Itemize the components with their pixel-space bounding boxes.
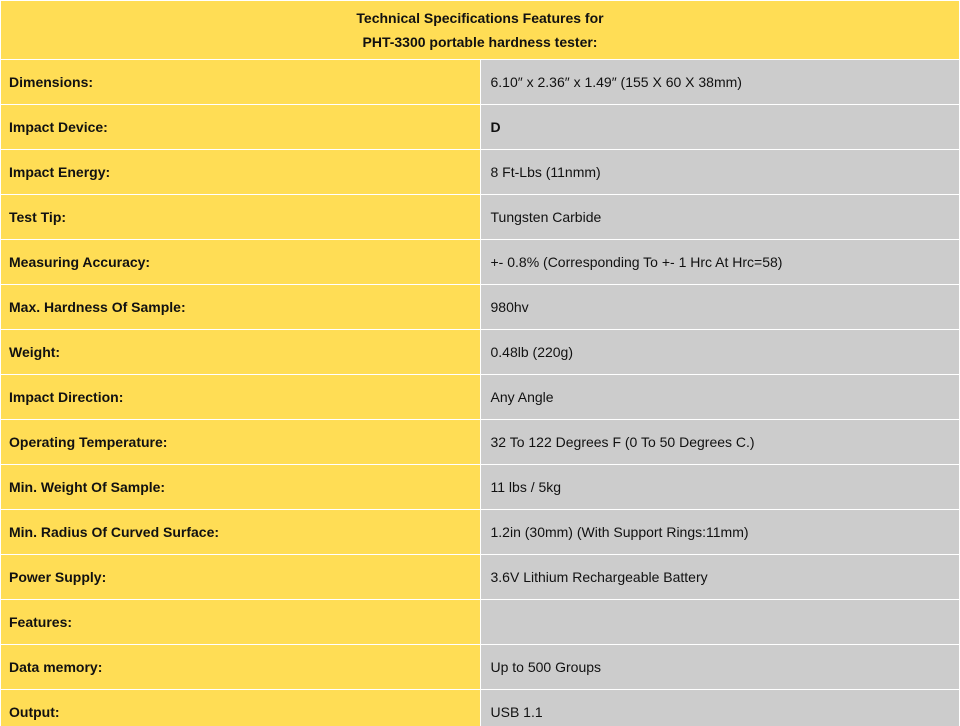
spec-label: Test Tip:: [0, 194, 481, 240]
table-title-line-1: Technical Specifications Features for: [356, 10, 604, 26]
table-row: Max. Hardness Of Sample: 980hv: [0, 284, 960, 330]
spec-value: 32 To 122 Degrees F (0 To 50 Degrees C.): [479, 419, 960, 465]
spec-value: D: [479, 104, 960, 150]
spec-label: Max. Hardness Of Sample:: [0, 284, 481, 330]
spec-value: USB 1.1: [479, 689, 960, 726]
spec-label: Impact Device:: [0, 104, 481, 150]
table-row: Min. Radius Of Curved Surface: 1.2in (30…: [0, 509, 960, 555]
table-row: Test Tip: Tungsten Carbide: [0, 194, 960, 240]
spec-label: Measuring Accuracy:: [0, 239, 481, 285]
spec-label: Impact Direction:: [0, 374, 481, 420]
spec-value: Tungsten Carbide: [479, 194, 960, 240]
spec-value: 3.6V Lithium Rechargeable Battery: [479, 554, 960, 600]
table-row: Impact Energy: 8 Ft-Lbs (11nmm): [0, 149, 960, 195]
spec-value: +- 0.8% (Corresponding To +- 1 Hrc At Hr…: [479, 239, 960, 285]
table-row: Weight: 0.48lb (220g): [0, 329, 960, 375]
table-title-line-2: PHT-3300 portable hardness tester:: [362, 34, 598, 50]
spec-label: Impact Energy:: [0, 149, 481, 195]
spec-label: Output:: [0, 689, 481, 726]
table-row: Operating Temperature: 32 To 122 Degrees…: [0, 419, 960, 465]
spec-value: 1.2in (30mm) (With Support Rings:11mm): [479, 509, 960, 555]
table-row: Measuring Accuracy: +- 0.8% (Correspondi…: [0, 239, 960, 285]
spec-value: 0.48lb (220g): [479, 329, 960, 375]
table-row: Impact Direction: Any Angle: [0, 374, 960, 420]
table-row: Min. Weight Of Sample: 11 lbs / 5kg: [0, 464, 960, 510]
spec-value: 11 lbs / 5kg: [479, 464, 960, 510]
spec-value: 8 Ft-Lbs (11nmm): [479, 149, 960, 195]
spec-label: Dimensions:: [0, 59, 481, 105]
spec-table: Technical Specifications Features for PH…: [0, 0, 960, 726]
table-title: Technical Specifications Features for PH…: [0, 0, 960, 60]
table-row: Output: USB 1.1: [0, 689, 960, 726]
spec-value: 6.10″ x 2.36″ x 1.49″ (155 X 60 X 38mm): [479, 59, 960, 105]
spec-label: Min. Weight Of Sample:: [0, 464, 481, 510]
spec-value: [479, 599, 960, 645]
table-row: Dimensions: 6.10″ x 2.36″ x 1.49″ (155 X…: [0, 59, 960, 105]
table-row: Impact Device: D: [0, 104, 960, 150]
spec-value: Up to 500 Groups: [479, 644, 960, 690]
table-row: Power Supply: 3.6V Lithium Rechargeable …: [0, 554, 960, 600]
spec-label: Power Supply:: [0, 554, 481, 600]
spec-label: Features:: [0, 599, 481, 645]
table-row: Data memory: Up to 500 Groups: [0, 644, 960, 690]
table-header-row: Technical Specifications Features for PH…: [0, 0, 960, 60]
spec-label: Min. Radius Of Curved Surface:: [0, 509, 481, 555]
spec-label: Operating Temperature:: [0, 419, 481, 465]
spec-value: 980hv: [479, 284, 960, 330]
spec-value: Any Angle: [479, 374, 960, 420]
spec-label: Weight:: [0, 329, 481, 375]
table-row: Features:: [0, 599, 960, 645]
spec-label: Data memory:: [0, 644, 481, 690]
